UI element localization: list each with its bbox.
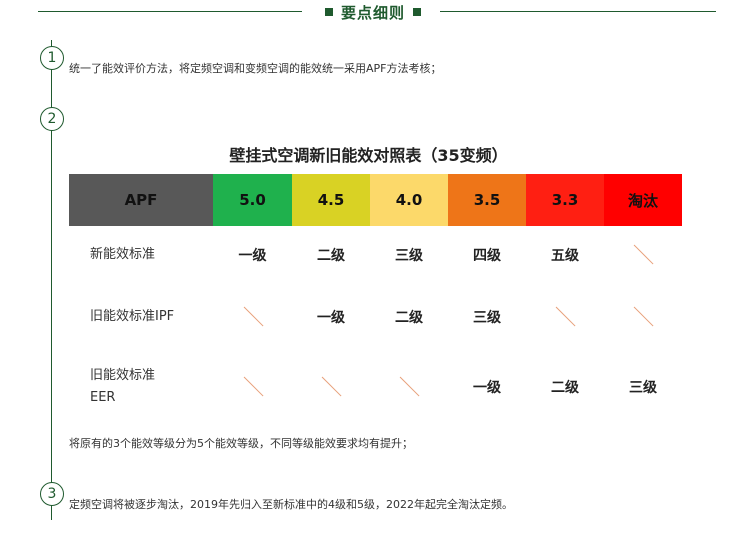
step-text-1: 统一了能效评价方法，将定频空调和变频空调的能效统一采用APF方法考核； <box>69 62 442 75</box>
row-value: 一级 <box>473 380 501 396</box>
diagonal-dash-icon <box>554 306 576 328</box>
apf-cell-4-0: 4.0 <box>370 174 448 226</box>
row-value-empty <box>213 376 292 398</box>
apf-header-row: APF 5.0 4.5 4.0 3.5 3.3 淘汰 <box>69 174 682 226</box>
row-label-line: EER <box>90 390 116 405</box>
step-number-3: 3 <box>40 482 64 506</box>
diagonal-dash-icon <box>632 244 654 266</box>
row-label: 旧能效标准IPF <box>90 309 175 324</box>
square-bullet-icon <box>324 8 333 16</box>
row-value: 一级 <box>238 248 267 264</box>
row-value: 二级 <box>317 248 345 264</box>
step-text-2: 将原有的3个能效等级分为5个能效等级，不同等级能效要求均有提升； <box>69 437 413 450</box>
step-text-3: 定频空调将被逐步淘汰，2019年先归入至新标准中的4级和5级，2022年起完全淘… <box>69 498 513 511</box>
row-value-empty <box>604 306 682 328</box>
row-value: 三级 <box>395 248 423 264</box>
row-value: 四级 <box>473 248 501 264</box>
square-bullet-icon <box>413 8 421 16</box>
diagonal-dash-icon <box>242 306 264 328</box>
row-value: 五级 <box>551 248 579 264</box>
row-value-empty <box>370 376 448 398</box>
section-title: 要点细则 <box>340 3 405 22</box>
table-row: 旧能效标准 EER 一级 二级 三级 <box>69 364 682 410</box>
row-label-line: 旧能效标准 <box>90 368 156 383</box>
apf-cell-4-5: 4.5 <box>292 174 370 226</box>
table-title: 壁挂式空调新旧能效对照表（35变频） <box>229 146 508 165</box>
section-header: 要点细则 <box>309 0 437 24</box>
row-value-empty <box>526 306 604 328</box>
row-value: 二级 <box>395 310 423 326</box>
row-label: 新能效标准 <box>90 247 156 262</box>
table-row: 旧能效标准IPF 一级 二级 三级 <box>69 302 682 332</box>
apf-cell-eliminated: 淘汰 <box>604 174 682 226</box>
apf-cell-3-5: 3.5 <box>448 174 526 226</box>
row-value-empty <box>604 244 682 266</box>
row-value-empty <box>213 306 292 328</box>
diagonal-dash-icon <box>242 376 264 398</box>
row-value: 二级 <box>551 380 579 396</box>
header-rule-left <box>38 11 302 12</box>
diagonal-dash-icon <box>632 306 654 328</box>
step-number-2: 2 <box>40 107 64 131</box>
row-value: 一级 <box>317 310 345 326</box>
apf-header-cell: APF <box>69 174 213 226</box>
step-number-1: 1 <box>40 46 64 70</box>
row-value: 三级 <box>473 310 501 326</box>
row-value: 三级 <box>629 380 657 396</box>
table-row: 新能效标准 一级 二级 三级 四级 五级 <box>69 240 682 270</box>
diagonal-dash-icon <box>398 376 420 398</box>
apf-cell-5-0: 5.0 <box>213 174 292 226</box>
header-rule-right <box>440 11 716 12</box>
apf-cell-3-3: 3.3 <box>526 174 604 226</box>
diagonal-dash-icon <box>320 376 342 398</box>
row-value-empty <box>292 376 370 398</box>
row-label: 旧能效标准 EER <box>69 365 213 409</box>
